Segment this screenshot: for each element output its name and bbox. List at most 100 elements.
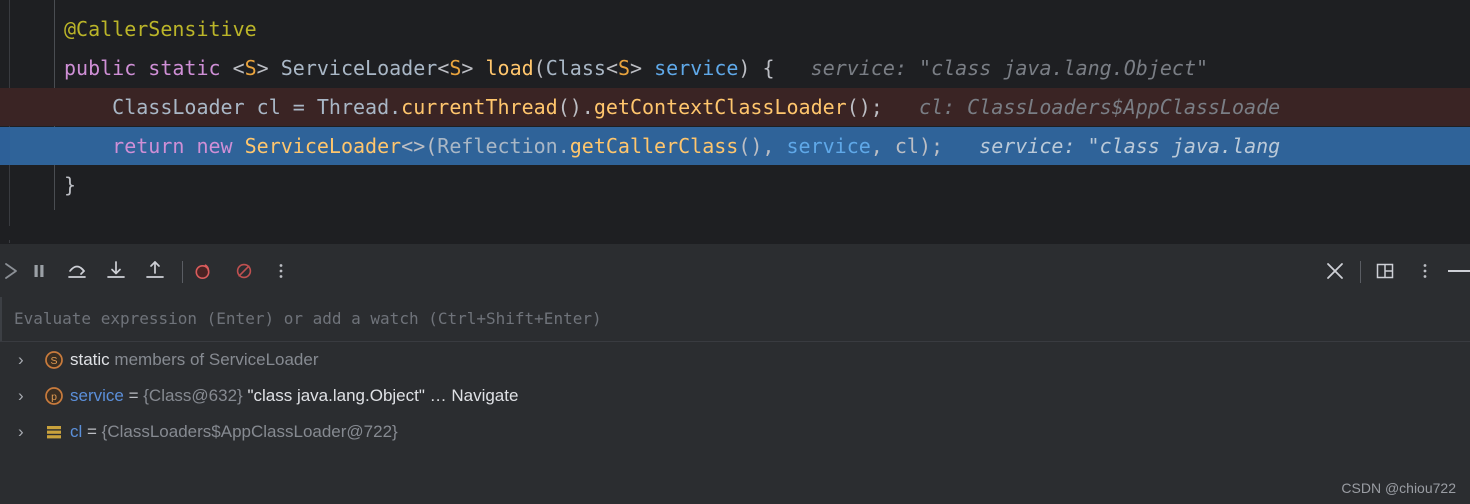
svg-text:p: p <box>51 391 57 403</box>
expand-chevron-icon[interactable]: › <box>18 387 32 404</box>
code-token: return new <box>64 134 245 158</box>
code-token: > <box>630 56 655 80</box>
code-token: (); <box>846 95 883 119</box>
toolbar-separator-right <box>1360 261 1361 283</box>
variable-text-segment: service <box>70 386 124 405</box>
variable-text-segment: = <box>123 386 144 405</box>
line-return[interactable]: return new ServiceLoader<>(Reflection.ge… <box>0 127 1470 165</box>
mute-breakpoints-button[interactable] <box>229 256 259 286</box>
step-out-button[interactable] <box>140 256 170 286</box>
code-token: service: "class java.lang.Object" <box>774 56 1209 80</box>
code-token: (), <box>738 134 787 158</box>
code-token: S <box>244 56 257 80</box>
kebab-menu-icon <box>279 264 283 278</box>
code-token: S <box>449 56 462 80</box>
row-service[interactable]: › p service = {Class@632} "class java.lang… <box>0 378 1470 414</box>
more-options-button[interactable] <box>266 256 296 286</box>
code-token: ClassLoader cl = Thread. <box>64 95 402 119</box>
close-panel-button[interactable] <box>1320 256 1350 286</box>
code-token: service <box>786 134 871 158</box>
variable-text-segment: = <box>82 422 102 441</box>
row-cl[interactable]: › cl = {ClassLoaders$AppClassLoader@722} <box>0 414 1470 450</box>
variable-text-segment: cl <box>70 422 83 441</box>
code-token: ( <box>533 56 546 80</box>
gutter-marker <box>0 127 10 165</box>
step-into-button[interactable] <box>101 256 131 286</box>
variable-text-segment: "class java.lang.Object" <box>242 386 425 405</box>
code-token: > <box>461 56 486 80</box>
code-token: < <box>232 56 245 80</box>
code-token: cl: ClassLoaders$AppClassLoade <box>882 95 1281 119</box>
expand-chevron-icon[interactable]: › <box>18 351 32 368</box>
expand-chevron-icon[interactable]: › <box>18 423 32 440</box>
variable-text-segment: {Class@632} <box>143 386 243 405</box>
code-token: public static <box>64 56 233 80</box>
code-token: ) { <box>738 56 775 80</box>
code-token: getCallerClass <box>569 134 739 158</box>
code-token: ServiceLoader <box>244 134 402 158</box>
debugger-toolbar <box>0 244 1470 297</box>
variable-text-segment: … Navigate <box>424 386 519 405</box>
editor-hscroll-track[interactable] <box>0 226 1470 240</box>
line-signature[interactable]: public static <S> ServiceLoader<S> load(… <box>0 49 1470 87</box>
step-over-icon <box>68 265 86 278</box>
ide-debug-screen: @CallerSensitive public static <S> Servic… <box>0 0 1470 504</box>
code-token: } <box>64 173 77 197</box>
pause-program-button[interactable] <box>24 256 54 286</box>
gutter-marker <box>0 88 10 126</box>
line-classloader[interactable]: ClassLoader cl = Thread.currentThread().… <box>0 88 1470 126</box>
variable-text-segment: members of ServiceLoader <box>109 350 319 369</box>
code-token: service <box>654 56 739 80</box>
evaluate-expression-input[interactable]: Evaluate expression (Enter) or add a wat… <box>14 309 602 328</box>
toolbar-separator <box>182 261 183 283</box>
code-line-text: } <box>64 166 76 204</box>
code-token: Reflection. <box>437 134 570 158</box>
line-highlight-bar <box>11 88 63 126</box>
code-token: > <box>256 56 281 80</box>
close-icon <box>1327 263 1343 279</box>
resume-program-button[interactable] <box>0 256 26 286</box>
code-token: < <box>437 56 450 80</box>
line-annotation[interactable]: @CallerSensitive <box>0 10 1470 48</box>
code-token: , cl); <box>870 134 944 158</box>
variable-label: service = {Class@632} "class java.lang.O… <box>70 378 518 414</box>
parameter-icon: p <box>44 386 64 406</box>
watermark-text: CSDN @chiou722 <box>1341 480 1456 496</box>
code-token: ServiceLoader <box>280 56 438 80</box>
svg-text:S: S <box>50 355 57 367</box>
step-over-button[interactable] <box>62 256 92 286</box>
code-token: Class <box>545 56 606 80</box>
resume-icon <box>5 263 17 279</box>
view-breakpoints-button[interactable] <box>189 256 219 286</box>
code-token: @CallerSensitive <box>64 17 257 41</box>
evaluate-left-edge <box>0 297 2 342</box>
debugger-panel: Evaluate expression (Enter) or add a wat… <box>0 243 1470 504</box>
panel-options-button[interactable] <box>1410 256 1440 286</box>
code-editor[interactable]: @CallerSensitive public static <S> Servic… <box>0 0 1470 243</box>
step-out-icon <box>146 261 164 278</box>
pause-icon <box>34 265 44 277</box>
code-token: <>( <box>401 134 438 158</box>
code-token: currentThread <box>401 95 558 119</box>
line-highlight-bar <box>11 127 63 165</box>
code-line-text: return new ServiceLoader<>(Reflection.ge… <box>64 127 1280 165</box>
line-closebrace[interactable]: } <box>0 166 1470 204</box>
evaluate-expression-bar[interactable]: Evaluate expression (Enter) or add a wat… <box>0 297 1470 384</box>
mute-breakpoint-icon <box>236 263 252 279</box>
code-line-text: @CallerSensitive <box>64 10 257 48</box>
row-static-members[interactable]: › Sstatic members of ServiceLoader <box>0 342 1470 378</box>
variable-label: cl = {ClassLoaders$AppClassLoader@722} <box>70 414 398 450</box>
step-into-icon <box>107 261 125 278</box>
variable-label: static members of ServiceLoader <box>70 342 319 378</box>
code-token: service: "class java.lang <box>943 134 1281 158</box>
minimize-panel-button[interactable] <box>1448 270 1470 272</box>
code-line-text: ClassLoader cl = Thread.currentThread().… <box>64 88 1280 126</box>
local-variable-icon <box>44 422 64 442</box>
layout-settings-button[interactable] <box>1370 256 1400 286</box>
code-token: (). <box>557 95 594 119</box>
code-line-text: public static <S> ServiceLoader<S> load(… <box>64 49 1208 87</box>
static-member-icon: S <box>44 350 64 370</box>
code-token: < <box>605 56 618 80</box>
variables-tree[interactable]: › Sstatic members of ServiceLoader › p servi… <box>0 342 1470 504</box>
kebab-menu-icon <box>1423 264 1427 278</box>
